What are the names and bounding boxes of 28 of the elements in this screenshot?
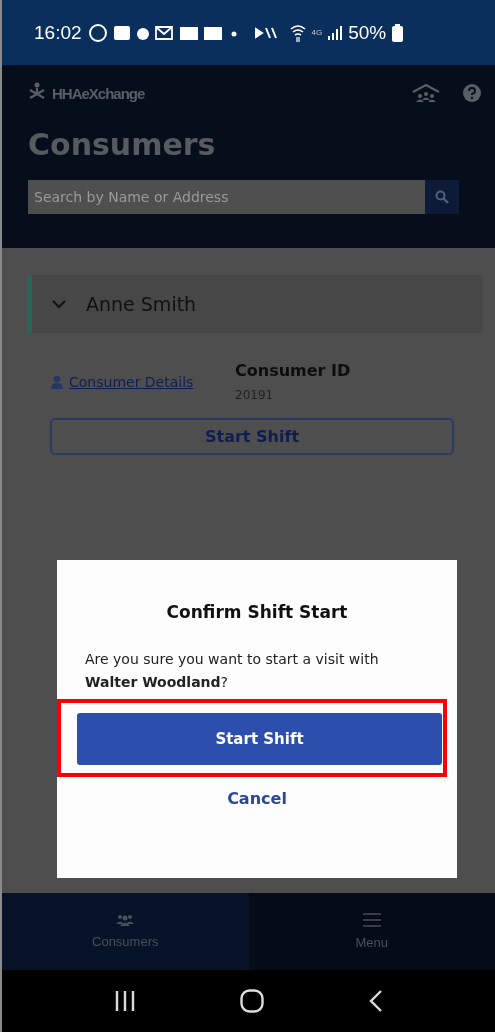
search-icon [435, 190, 449, 204]
people-icon [116, 914, 135, 926]
dialog-title: Confirm Shift Start [166, 602, 348, 622]
page-title: Consumers [28, 127, 217, 162]
battery-icon [392, 23, 404, 42]
menu-icon [362, 913, 381, 927]
nav-tab[interactable]: Consumers [2, 893, 249, 970]
battery-percent: 50% [348, 21, 387, 44]
dialog-message: Are you sure you want to start a visit with Walter Woodland? [85, 650, 380, 692]
network-type: 4G [311, 28, 323, 37]
wifi-icon [289, 22, 306, 43]
recent-apps-icon[interactable] [114, 991, 137, 1011]
signal-icon [328, 24, 343, 41]
status-time: 16:02 [34, 21, 82, 44]
consumer-details-link[interactable]: Consumer Details [69, 373, 194, 390]
person-icon [50, 374, 64, 389]
agency-icon [411, 83, 441, 103]
help-icon[interactable] [461, 82, 483, 104]
home-icon[interactable] [240, 989, 265, 1013]
cancel-button[interactable]: Cancel [221, 787, 293, 810]
confirm-start-shift-button[interactable]: Start Shift [77, 713, 442, 765]
app-logo: HHAeXchange [52, 84, 146, 102]
search-field[interactable]: Search by Name or Address [28, 180, 425, 214]
search-button[interactable] [425, 180, 459, 214]
consumer-id-label: Consumer ID [235, 361, 351, 380]
start-shift-button[interactable]: Start Shift [50, 418, 454, 455]
back-icon[interactable] [368, 990, 383, 1012]
nav-tab[interactable]: Menu [248, 893, 495, 970]
